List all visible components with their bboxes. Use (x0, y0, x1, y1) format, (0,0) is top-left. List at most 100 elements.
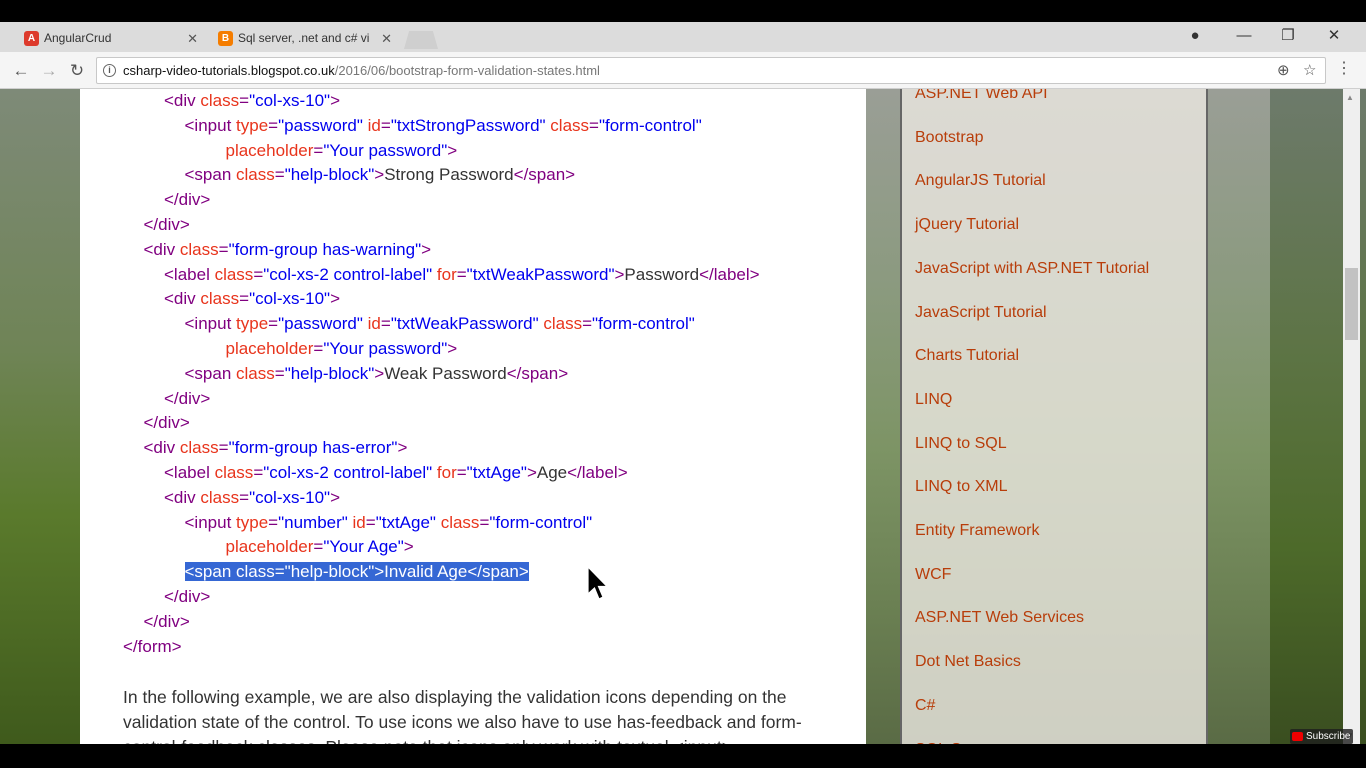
code-token: class (543, 314, 583, 334)
code-line: </form> (123, 635, 760, 660)
scrollbar-thumb[interactable] (1345, 268, 1358, 340)
sidebar-link[interactable]: WCF (915, 566, 951, 584)
profile-icon[interactable]: ● (1175, 24, 1215, 48)
background-image-left (0, 89, 80, 744)
code-token: </span> (513, 165, 576, 185)
sidebar-link[interactable]: jQuery Tutorial (915, 216, 1019, 234)
code-token: class (550, 115, 590, 135)
code-token: "form-control" (598, 115, 702, 135)
sidebar-link[interactable]: Bootstrap (915, 129, 983, 147)
sidebar-link[interactable]: SQL Server (915, 741, 998, 745)
sidebar-link[interactable]: LINQ (915, 391, 952, 409)
sidebar-link[interactable]: Charts Tutorial (915, 347, 1019, 365)
code-token: class (236, 165, 275, 185)
sidebar-link[interactable]: ASP.NET Web API (915, 89, 1048, 103)
code-token: = (380, 115, 391, 135)
code-token: > (330, 91, 341, 110)
angular-icon: A (24, 31, 39, 46)
code-token: = (479, 512, 490, 532)
sidebar-link[interactable]: ASP.NET Web Services (915, 609, 1084, 627)
code-token: class (440, 512, 480, 532)
code-token: id (352, 512, 366, 532)
code-token: </div> (143, 413, 190, 433)
code-token: "txtStrongPassword" (390, 115, 551, 135)
code-token: "Your password" (323, 140, 448, 160)
close-icon[interactable]: ✕ (381, 25, 392, 52)
code-line: placeholder="Your Age"> (123, 535, 760, 560)
code-token: class (200, 91, 240, 110)
code-token: = (253, 462, 264, 482)
code-block: <div class="col-xs-10"> <input type="pass… (123, 89, 760, 659)
minimize-button[interactable]: — (1224, 24, 1264, 48)
code-token: placeholder (225, 338, 314, 358)
sidebar-link[interactable]: JavaScript with ASP.NET Tutorial (915, 260, 1149, 278)
code-token: "form-control" (592, 314, 695, 334)
code-token: Weak Password (384, 363, 507, 383)
code-token: "col-xs-10" (249, 289, 331, 309)
code-token: class (179, 239, 219, 259)
code-token: id (367, 314, 381, 334)
sidebar-links: ASP.NET Web API Bootstrap AngularJS Tutori… (900, 89, 1208, 744)
scrollbar[interactable] (1343, 89, 1360, 744)
scroll-up-icon[interactable]: ▲ (1346, 93, 1354, 102)
zoom-icon[interactable]: ⊕ (1277, 58, 1290, 83)
back-icon[interactable]: ← (8, 58, 34, 84)
code-token: </div> (143, 611, 190, 631)
forward-icon[interactable]: → (36, 58, 62, 84)
youtube-icon (1292, 732, 1303, 741)
sidebar-link[interactable]: LINQ to SQL (915, 435, 1007, 453)
sidebar-link[interactable]: AngularJS Tutorial (915, 172, 1046, 190)
code-line: <div class="col-xs-10"> (123, 89, 760, 114)
code-token: > (403, 537, 414, 557)
code-token: = (274, 165, 285, 185)
browser-toolbar: ← → ↻ i csharp-video-tutorials.blogspot.… (0, 52, 1366, 89)
code-line: <input type="number" id="txtAge" class="… (123, 511, 760, 536)
code-line: <label class="col-xs-2 control-label" fo… (123, 263, 760, 288)
code-token: </div> (164, 388, 211, 408)
code-token: = (313, 537, 324, 557)
blogger-icon: B (218, 31, 233, 46)
restore-button[interactable]: ❐ (1268, 24, 1308, 48)
code-line: </div> (123, 610, 760, 635)
sidebar-link[interactable]: Dot Net Basics (915, 653, 1021, 671)
code-token: "password" (278, 314, 368, 334)
code-line: <div class="col-xs-10"> (123, 287, 760, 312)
code-token: "col-xs-10" (249, 487, 331, 507)
sidebar-link[interactable]: LINQ to XML (915, 478, 1007, 496)
tab-angularcrud[interactable]: A AngularCrud ✕ (10, 25, 210, 52)
code-line: <span class="help-block">Weak Password</… (123, 362, 760, 387)
reload-icon[interactable]: ↻ (64, 58, 90, 84)
code-token: class (200, 487, 240, 507)
close-window-button[interactable]: ✕ (1314, 24, 1354, 48)
code-token: type (236, 115, 269, 135)
sidebar-link[interactable]: C# (915, 697, 935, 715)
url-domain: csharp-video-tutorials.blogspot.co.uk (123, 63, 335, 78)
code-token: class (214, 264, 254, 284)
code-token: placeholder (225, 140, 314, 160)
code-token: Strong Password (384, 165, 514, 185)
sidebar-link[interactable]: JavaScript Tutorial (915, 304, 1047, 322)
code-token: class (214, 462, 254, 482)
code-token: > (614, 264, 625, 284)
code-token: = (268, 512, 279, 532)
web-page: <div class="col-xs-10"> <input type="pass… (0, 89, 1366, 744)
code-token: "form-control" (489, 512, 593, 532)
close-icon[interactable]: ✕ (187, 25, 198, 52)
info-icon[interactable]: i (103, 64, 116, 77)
menu-icon[interactable]: ⋮ (1336, 58, 1352, 78)
code-token: = (218, 239, 229, 259)
subscribe-watermark[interactable]: Subscribe (1290, 729, 1354, 744)
sidebar-link[interactable]: Entity Framework (915, 522, 1039, 540)
url-path: /2016/06/bootstrap-form-validation-state… (334, 63, 600, 78)
address-bar[interactable]: i csharp-video-tutorials.blogspot.co.uk/… (96, 57, 1326, 84)
tab-sql-server[interactable]: B Sql server, .net and c# vi ✕ (204, 25, 404, 52)
code-token: = (582, 314, 593, 334)
code-token: <div (164, 91, 201, 110)
code-token: type (236, 314, 269, 334)
code-token: "col-xs-10" (249, 91, 331, 110)
new-tab-button[interactable] (404, 31, 438, 49)
code-token: Age (536, 462, 568, 482)
bookmark-star-icon[interactable]: ☆ (1303, 58, 1316, 83)
tab-title: AngularCrud (44, 31, 112, 45)
code-token: <input (184, 314, 237, 334)
